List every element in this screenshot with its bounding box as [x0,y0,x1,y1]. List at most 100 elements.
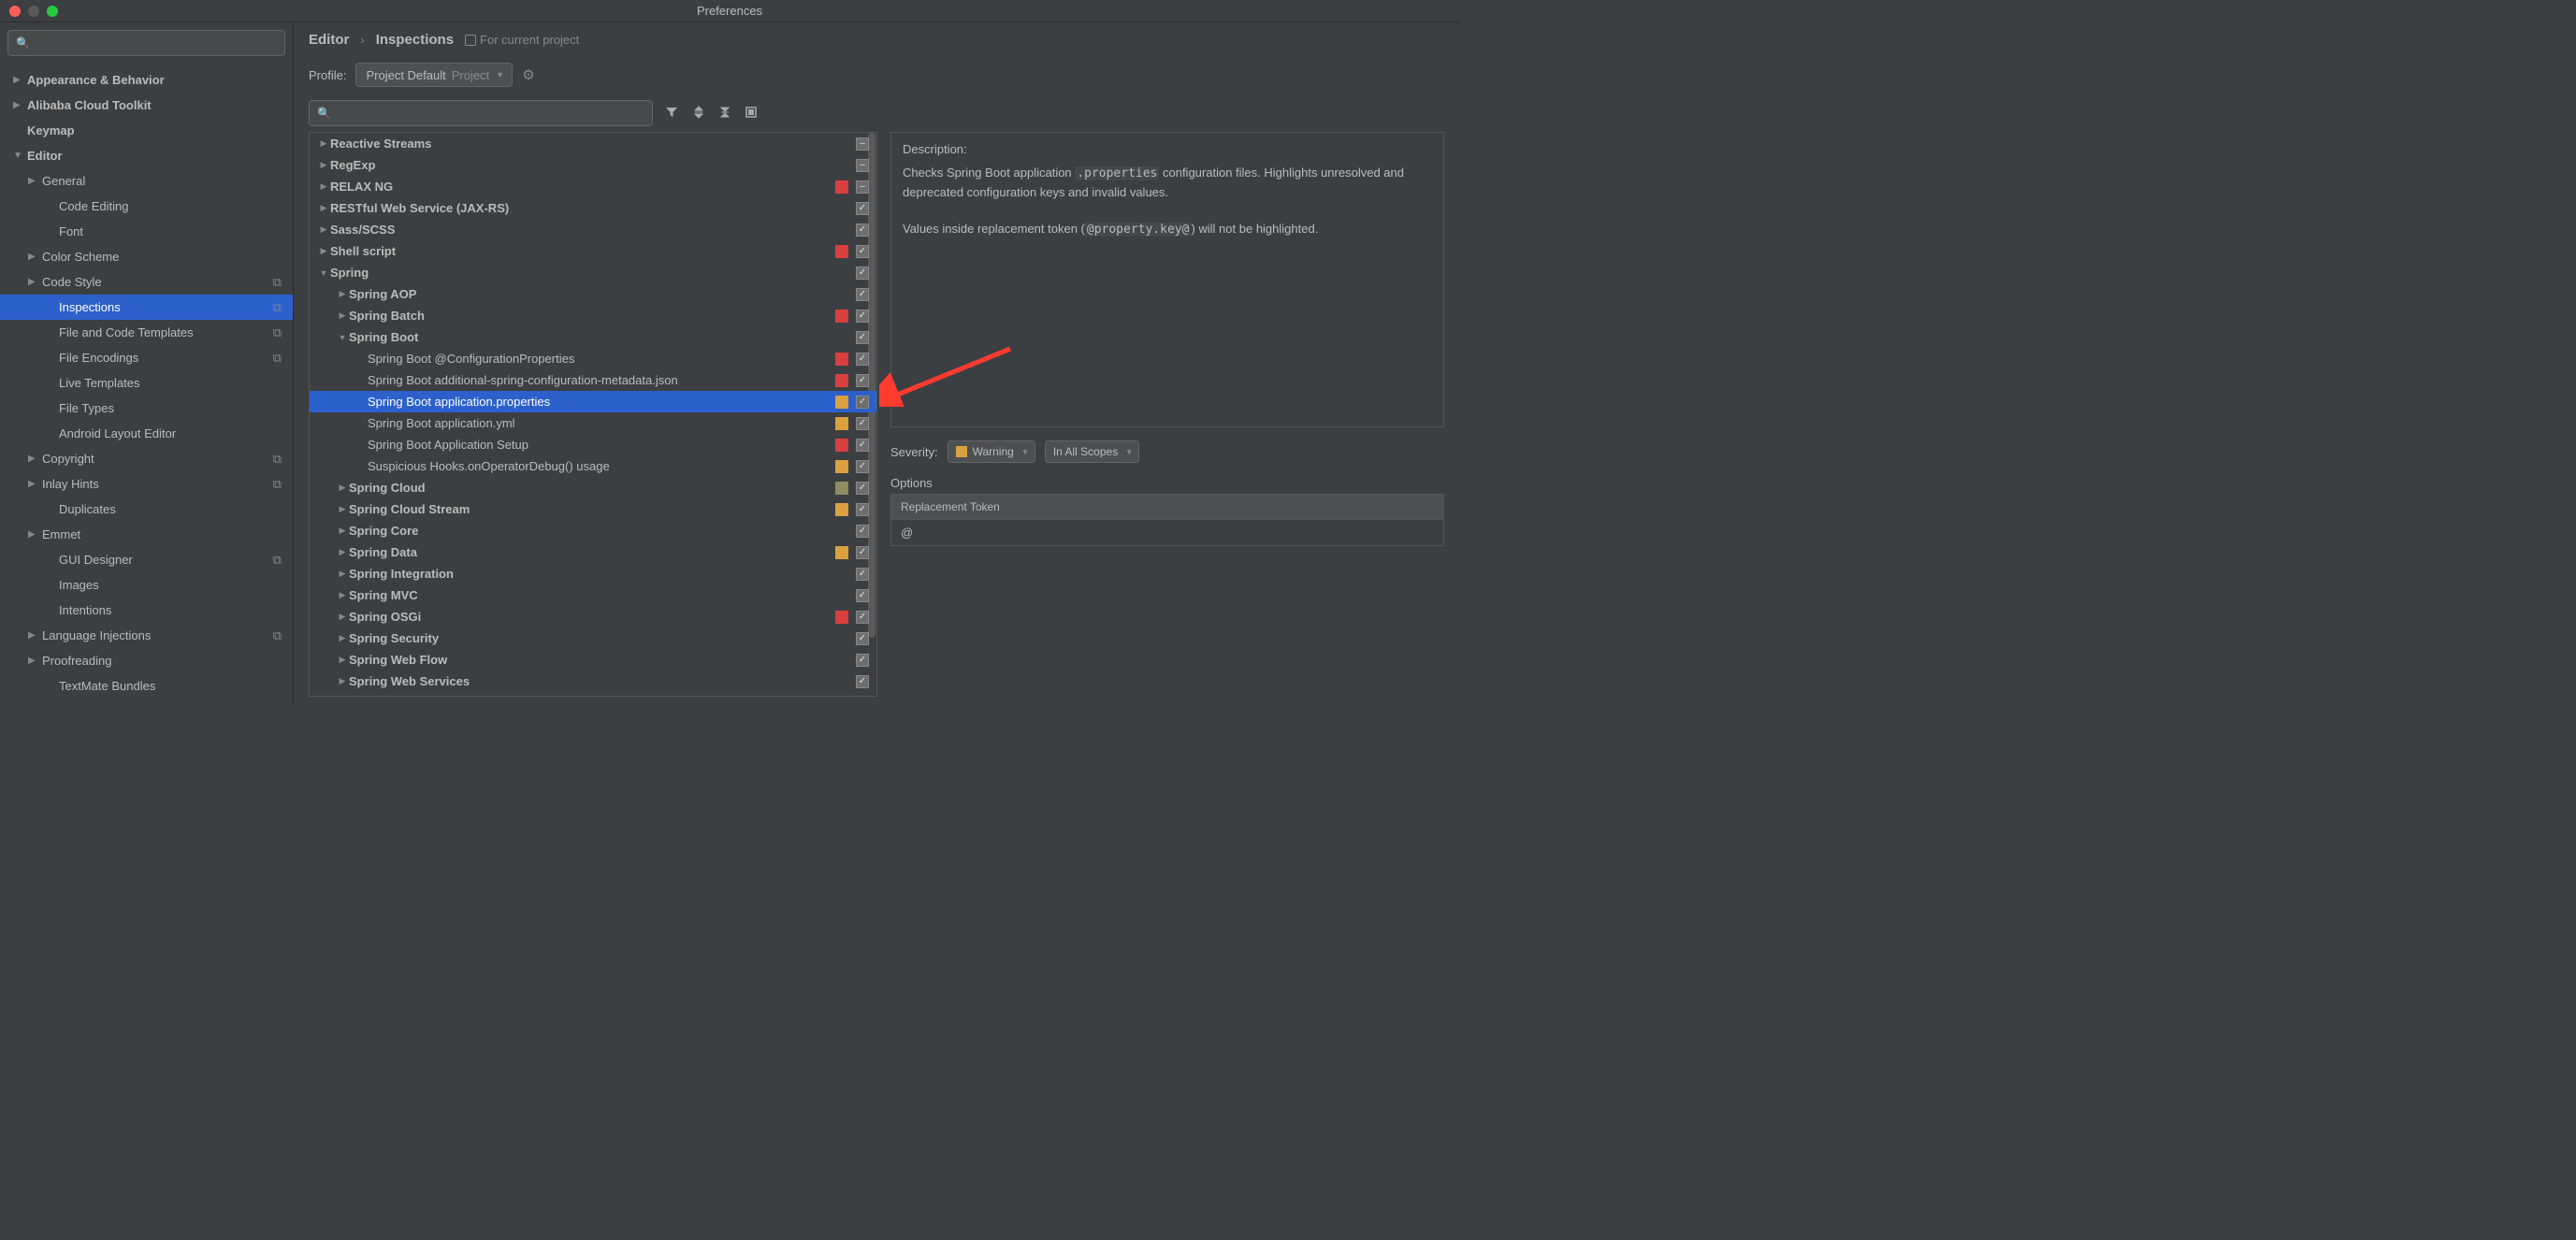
inspection-checkbox[interactable] [856,589,869,602]
sidebar-item-intentions[interactable]: Intentions [0,598,293,623]
inspection-item-spring-integration[interactable]: Spring Integration [310,563,876,584]
inspection-checkbox[interactable] [856,202,869,215]
severity-select[interactable]: Warning ▼ [948,440,1035,463]
sidebar-item-inlay-hints[interactable]: Inlay Hints⧉ [0,471,293,497]
breadcrumb-editor[interactable]: Editor [309,32,349,48]
sidebar-item-file-and-code-templates[interactable]: File and Code Templates⧉ [0,320,293,345]
sidebar-item-alibaba-cloud-toolkit[interactable]: Alibaba Cloud Toolkit [0,93,293,118]
sidebar-item-images[interactable]: Images [0,572,293,598]
replacement-token-value[interactable]: @ [891,520,1443,545]
sidebar-item-general[interactable]: General [0,168,293,194]
search-icon: 🔍 [16,36,30,50]
inspection-checkbox[interactable] [856,353,869,366]
inspection-item-spring-boot-application-yml[interactable]: Spring Boot application.yml [310,412,876,434]
inspection-checkbox[interactable] [856,374,869,387]
inspection-checkbox[interactable] [856,482,869,495]
inspection-item-spring-osgi[interactable]: Spring OSGi [310,606,876,627]
inspection-checkbox[interactable] [856,697,869,698]
inspection-checkbox[interactable] [856,288,869,301]
inspection-checkbox[interactable] [856,675,869,688]
inspection-checkbox[interactable] [856,417,869,430]
inspection-item-spring-cloud[interactable]: Spring Cloud [310,477,876,498]
chevron-down-icon: ▼ [1021,448,1029,456]
inspection-item-relax-ng[interactable]: RELAX NG [310,176,876,197]
sidebar-item-font[interactable]: Font [0,219,293,244]
profile-select[interactable]: Project Default Project ▼ [355,63,513,87]
sidebar-item-duplicates[interactable]: Duplicates [0,497,293,522]
inspection-checkbox[interactable] [856,396,869,409]
inspection-label: Spring Boot @ConfigurationProperties [368,352,574,366]
inspection-item-restful-web-service-jax-rs-[interactable]: RESTful Web Service (JAX-RS) [310,197,876,219]
sidebar-item-keymap[interactable]: Keymap [0,118,293,143]
inspection-item-spring-mvc[interactable]: Spring MVC [310,584,876,606]
inspection-item-spring-boot[interactable]: Spring Boot [310,326,876,348]
inspection-checkbox[interactable] [856,460,869,473]
inspection-item-spring[interactable]: Spring [310,262,876,283]
expand-all-icon[interactable] [692,106,705,122]
sidebar-item-color-scheme[interactable]: Color Scheme [0,244,293,269]
tree-arrow-icon [28,529,39,540]
inspection-checkbox[interactable] [856,439,869,452]
sidebar-item-textmate-bundles[interactable]: TextMate Bundles [0,673,293,699]
inspection-item-regexp[interactable]: RegExp [310,154,876,176]
inspection-item-spring-boot-configurationproperties[interactable]: Spring Boot @ConfigurationProperties [310,348,876,369]
sidebar-item-code-style[interactable]: Code Style⧉ [0,269,293,295]
gear-icon[interactable]: ⚙ [522,66,534,83]
sidebar-item-file-types[interactable]: File Types [0,396,293,421]
scope-select[interactable]: In All Scopes ▼ [1045,440,1139,463]
inspection-item-spring-batch[interactable]: Spring Batch [310,305,876,326]
inspection-checkbox[interactable] [856,310,869,323]
sidebar-item-appearance-behavior[interactable]: Appearance & Behavior [0,67,293,93]
window-maximize-button[interactable] [47,6,58,17]
sidebar-item-file-encodings[interactable]: File Encodings⧉ [0,345,293,370]
sidebar-item-gui-designer[interactable]: GUI Designer⧉ [0,547,293,572]
inspection-item-spring-data[interactable]: Spring Data [310,541,876,563]
sidebar-item-editor[interactable]: Editor [0,143,293,168]
inspection-item-spring-boot-application-setup[interactable]: Spring Boot Application Setup [310,434,876,455]
inspection-checkbox[interactable] [856,159,869,172]
inspection-item-spring-boot-application-properties[interactable]: Spring Boot application.properties [310,391,876,412]
inspection-item-suspicious-hooks-onoperatordebug-usage[interactable]: Suspicious Hooks.onOperatorDebug() usage [310,455,876,477]
sidebar-item-code-editing[interactable]: Code Editing [0,194,293,219]
inspection-item-spring-web-services[interactable]: Spring Web Services [310,670,876,692]
inspection-checkbox[interactable] [856,137,869,151]
inspection-checkbox[interactable] [856,568,869,581]
inspection-checkbox[interactable] [856,654,869,667]
sidebar-search-input[interactable]: 🔍 [7,30,285,56]
inspection-checkbox[interactable] [856,503,869,516]
inspection-item-spring-security[interactable]: Spring Security [310,627,876,649]
scheme-icon: ⧉ [273,300,282,315]
collapse-all-icon[interactable] [718,106,731,122]
sidebar-item-emmet[interactable]: Emmet [0,522,293,547]
inspection-item-spring-core[interactable]: Spring Core [310,520,876,541]
inspection-checkbox[interactable] [856,223,869,237]
inspection-checkbox[interactable] [856,525,869,538]
sidebar-item-inspections[interactable]: Inspections⧉ [0,295,293,320]
sidebar-item-language-injections[interactable]: Language Injections⧉ [0,623,293,648]
inspection-item-sass-scss[interactable]: Sass/SCSS [310,219,876,240]
inspection-checkbox[interactable] [856,632,869,645]
filter-icon[interactable] [664,105,679,123]
inspection-checkbox[interactable] [856,245,869,258]
inspection-search-input[interactable]: 🔍 [309,100,653,126]
inspection-item-spring-aop[interactable]: Spring AOP [310,283,876,305]
inspection-item-spring-cloud-stream[interactable]: Spring Cloud Stream [310,498,876,520]
inspection-checkbox[interactable] [856,611,869,624]
sidebar-item-live-templates[interactable]: Live Templates [0,370,293,396]
window-minimize-button[interactable] [28,6,39,17]
inspection-item-spring-web-flow[interactable]: Spring Web Flow [310,649,876,670]
reset-icon[interactable] [745,106,758,122]
sidebar-item-android-layout-editor[interactable]: Android Layout Editor [0,421,293,446]
window-close-button[interactable] [9,6,21,17]
tree-arrow-icon [28,252,39,262]
inspection-item-shell-script[interactable]: Shell script [310,240,876,262]
inspection-item-spring-boot-additional-spring-configuration-metadata-json[interactable]: Spring Boot additional-spring-configurat… [310,369,876,391]
inspection-checkbox[interactable] [856,267,869,280]
inspection-checkbox[interactable] [856,180,869,194]
inspection-item-reactive-streams[interactable]: Reactive Streams [310,133,876,154]
inspection-checkbox[interactable] [856,331,869,344]
sidebar-item-proofreading[interactable]: Proofreading [0,648,293,673]
inspection-item-spring-websocket[interactable]: Spring WebSocket [310,692,876,697]
sidebar-item-copyright[interactable]: Copyright⧉ [0,446,293,471]
inspection-checkbox[interactable] [856,546,869,559]
